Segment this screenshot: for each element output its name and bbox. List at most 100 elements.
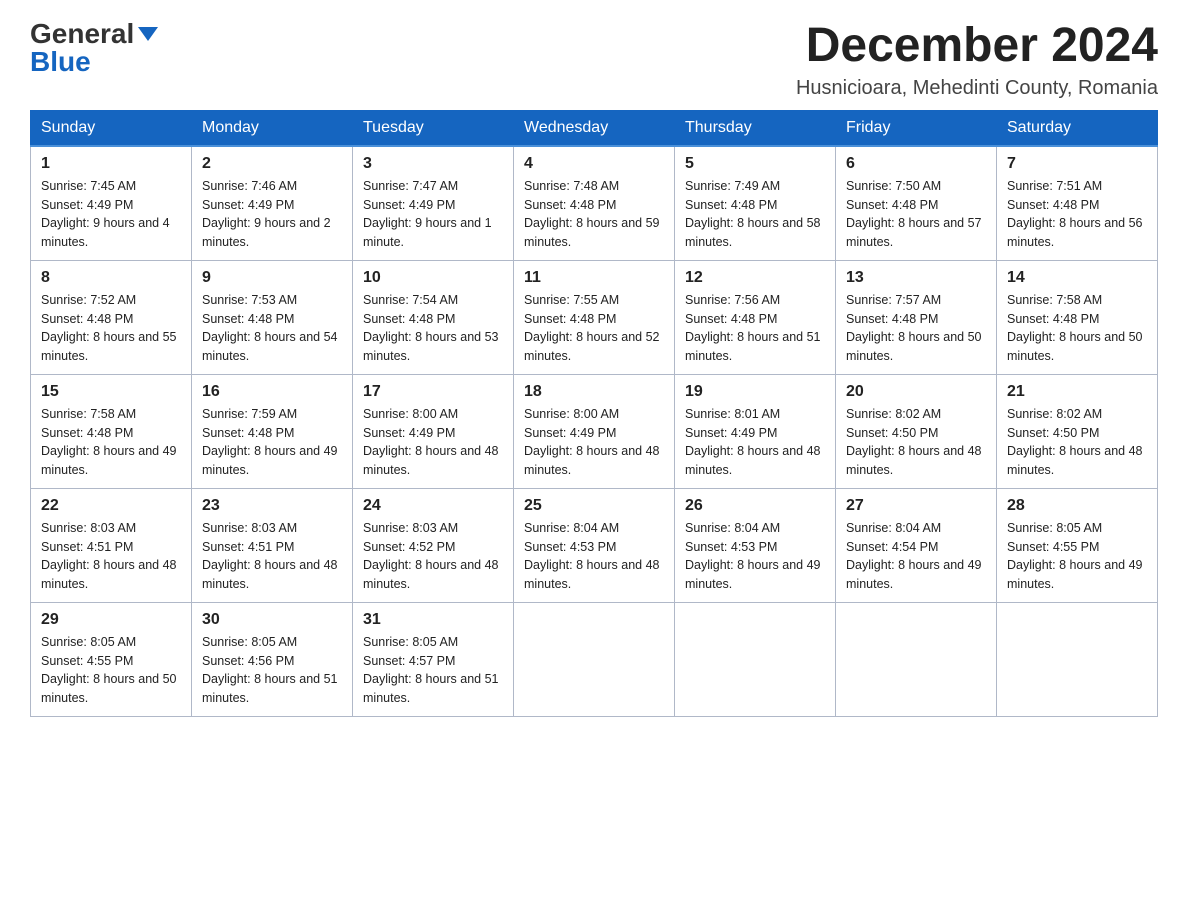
calendar-table: Sunday Monday Tuesday Wednesday Thursday… [30,110,1158,717]
table-row: 1 Sunrise: 7:45 AMSunset: 4:49 PMDayligh… [31,146,192,261]
calendar-week-row: 29 Sunrise: 8:05 AMSunset: 4:55 PMDaylig… [31,602,1158,716]
day-number: 20 [846,383,986,401]
day-info: Sunrise: 7:58 AMSunset: 4:48 PMDaylight:… [1007,293,1143,363]
table-row: 13 Sunrise: 7:57 AMSunset: 4:48 PMDaylig… [836,260,997,374]
day-number: 30 [202,611,342,629]
day-number: 29 [41,611,181,629]
day-info: Sunrise: 8:02 AMSunset: 4:50 PMDaylight:… [846,407,982,477]
day-number: 7 [1007,155,1147,173]
day-number: 3 [363,155,503,173]
day-number: 15 [41,383,181,401]
day-info: Sunrise: 7:56 AMSunset: 4:48 PMDaylight:… [685,293,821,363]
logo-arrow-icon [138,27,158,41]
day-info: Sunrise: 8:00 AMSunset: 4:49 PMDaylight:… [363,407,499,477]
table-row: 2 Sunrise: 7:46 AMSunset: 4:49 PMDayligh… [192,146,353,261]
day-info: Sunrise: 7:46 AMSunset: 4:49 PMDaylight:… [202,179,331,249]
day-headers-row: Sunday Monday Tuesday Wednesday Thursday… [31,110,1158,146]
day-info: Sunrise: 7:54 AMSunset: 4:48 PMDaylight:… [363,293,499,363]
day-info: Sunrise: 8:04 AMSunset: 4:53 PMDaylight:… [524,521,660,591]
day-info: Sunrise: 8:03 AMSunset: 4:51 PMDaylight:… [202,521,338,591]
header-saturday: Saturday [997,110,1158,146]
table-row: 9 Sunrise: 7:53 AMSunset: 4:48 PMDayligh… [192,260,353,374]
header-monday: Monday [192,110,353,146]
table-row: 15 Sunrise: 7:58 AMSunset: 4:48 PMDaylig… [31,374,192,488]
table-row [514,602,675,716]
day-number: 6 [846,155,986,173]
day-info: Sunrise: 7:52 AMSunset: 4:48 PMDaylight:… [41,293,177,363]
day-info: Sunrise: 7:48 AMSunset: 4:48 PMDaylight:… [524,179,660,249]
calendar-week-row: 15 Sunrise: 7:58 AMSunset: 4:48 PMDaylig… [31,374,1158,488]
calendar-week-row: 22 Sunrise: 8:03 AMSunset: 4:51 PMDaylig… [31,488,1158,602]
day-info: Sunrise: 7:59 AMSunset: 4:48 PMDaylight:… [202,407,338,477]
header-friday: Friday [836,110,997,146]
day-info: Sunrise: 7:47 AMSunset: 4:49 PMDaylight:… [363,179,492,249]
table-row: 27 Sunrise: 8:04 AMSunset: 4:54 PMDaylig… [836,488,997,602]
day-info: Sunrise: 8:05 AMSunset: 4:56 PMDaylight:… [202,635,338,705]
day-info: Sunrise: 7:45 AMSunset: 4:49 PMDaylight:… [41,179,170,249]
table-row: 29 Sunrise: 8:05 AMSunset: 4:55 PMDaylig… [31,602,192,716]
day-info: Sunrise: 8:03 AMSunset: 4:51 PMDaylight:… [41,521,177,591]
day-number: 31 [363,611,503,629]
day-number: 5 [685,155,825,173]
table-row: 5 Sunrise: 7:49 AMSunset: 4:48 PMDayligh… [675,146,836,261]
header-tuesday: Tuesday [353,110,514,146]
day-info: Sunrise: 7:50 AMSunset: 4:48 PMDaylight:… [846,179,982,249]
day-number: 26 [685,497,825,515]
day-number: 13 [846,269,986,287]
table-row: 8 Sunrise: 7:52 AMSunset: 4:48 PMDayligh… [31,260,192,374]
calendar-week-row: 1 Sunrise: 7:45 AMSunset: 4:49 PMDayligh… [31,146,1158,261]
table-row [836,602,997,716]
day-number: 17 [363,383,503,401]
day-info: Sunrise: 8:01 AMSunset: 4:49 PMDaylight:… [685,407,821,477]
table-row: 23 Sunrise: 8:03 AMSunset: 4:51 PMDaylig… [192,488,353,602]
day-info: Sunrise: 8:04 AMSunset: 4:53 PMDaylight:… [685,521,821,591]
day-info: Sunrise: 7:53 AMSunset: 4:48 PMDaylight:… [202,293,338,363]
table-row: 3 Sunrise: 7:47 AMSunset: 4:49 PMDayligh… [353,146,514,261]
table-row: 10 Sunrise: 7:54 AMSunset: 4:48 PMDaylig… [353,260,514,374]
day-number: 18 [524,383,664,401]
day-info: Sunrise: 8:05 AMSunset: 4:57 PMDaylight:… [363,635,499,705]
day-number: 2 [202,155,342,173]
header-thursday: Thursday [675,110,836,146]
table-row: 25 Sunrise: 8:04 AMSunset: 4:53 PMDaylig… [514,488,675,602]
table-row: 4 Sunrise: 7:48 AMSunset: 4:48 PMDayligh… [514,146,675,261]
day-number: 4 [524,155,664,173]
day-number: 27 [846,497,986,515]
day-number: 12 [685,269,825,287]
day-number: 23 [202,497,342,515]
day-info: Sunrise: 7:51 AMSunset: 4:48 PMDaylight:… [1007,179,1143,249]
page-header: General Blue December 2024 Husnicioara, … [30,20,1158,100]
day-number: 9 [202,269,342,287]
table-row: 6 Sunrise: 7:50 AMSunset: 4:48 PMDayligh… [836,146,997,261]
title-area: December 2024 Husnicioara, Mehedinti Cou… [796,20,1158,100]
day-info: Sunrise: 8:00 AMSunset: 4:49 PMDaylight:… [524,407,660,477]
day-number: 19 [685,383,825,401]
table-row: 26 Sunrise: 8:04 AMSunset: 4:53 PMDaylig… [675,488,836,602]
table-row: 7 Sunrise: 7:51 AMSunset: 4:48 PMDayligh… [997,146,1158,261]
table-row: 30 Sunrise: 8:05 AMSunset: 4:56 PMDaylig… [192,602,353,716]
table-row: 11 Sunrise: 7:55 AMSunset: 4:48 PMDaylig… [514,260,675,374]
table-row: 20 Sunrise: 8:02 AMSunset: 4:50 PMDaylig… [836,374,997,488]
day-info: Sunrise: 7:57 AMSunset: 4:48 PMDaylight:… [846,293,982,363]
day-info: Sunrise: 8:03 AMSunset: 4:52 PMDaylight:… [363,521,499,591]
table-row: 12 Sunrise: 7:56 AMSunset: 4:48 PMDaylig… [675,260,836,374]
day-info: Sunrise: 7:49 AMSunset: 4:48 PMDaylight:… [685,179,821,249]
header-sunday: Sunday [31,110,192,146]
day-number: 16 [202,383,342,401]
day-info: Sunrise: 7:58 AMSunset: 4:48 PMDaylight:… [41,407,177,477]
day-number: 8 [41,269,181,287]
day-info: Sunrise: 8:04 AMSunset: 4:54 PMDaylight:… [846,521,982,591]
table-row: 28 Sunrise: 8:05 AMSunset: 4:55 PMDaylig… [997,488,1158,602]
table-row: 17 Sunrise: 8:00 AMSunset: 4:49 PMDaylig… [353,374,514,488]
logo: General Blue [30,20,158,76]
day-number: 21 [1007,383,1147,401]
table-row: 31 Sunrise: 8:05 AMSunset: 4:57 PMDaylig… [353,602,514,716]
day-number: 22 [41,497,181,515]
header-wednesday: Wednesday [514,110,675,146]
logo-general-text: General [30,20,134,48]
day-number: 11 [524,269,664,287]
location-title: Husnicioara, Mehedinti County, Romania [796,77,1158,100]
day-info: Sunrise: 8:05 AMSunset: 4:55 PMDaylight:… [1007,521,1143,591]
day-number: 1 [41,155,181,173]
day-number: 25 [524,497,664,515]
